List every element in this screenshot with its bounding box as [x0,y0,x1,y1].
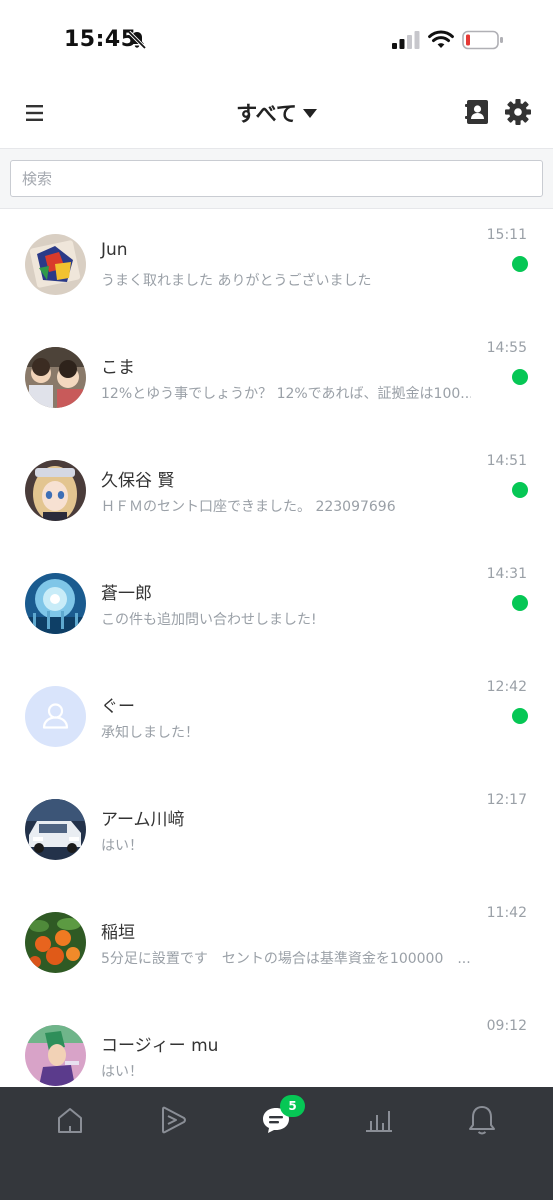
chat-name: ぐー [101,697,135,717]
avatar [25,460,86,521]
chat-name: コージィー mu [101,1036,219,1056]
low-battery-icon [462,30,503,50]
avatar [25,234,86,295]
chat-time: 12:42 [486,679,527,695]
chat-preview: はい！ [101,838,143,854]
chat-time: 14:55 [486,340,527,356]
chat-preview: 5分足に設置です セントの場合は基準資金を100000 ... [101,951,471,967]
chart-icon[interactable] [361,1102,397,1138]
chat-name: 蒼一郎 [101,584,152,604]
bottom-navigation: 5 [0,1087,553,1200]
chat-list-item[interactable]: Jun うまく取れました ありがとうございました 15:11 [0,209,553,322]
chat-name: こま [101,358,135,378]
bell-icon[interactable] [464,1102,500,1138]
contacts-icon[interactable] [462,97,492,127]
search-input[interactable] [10,160,543,197]
avatar [25,1025,86,1086]
chat-preview: ＨＦＭのセント口座できました。 223097696 [101,499,396,515]
default-user-icon [25,686,86,747]
chat-time: 15:11 [486,227,527,243]
chat-preview: この件も追加問い合わせしました! [101,612,317,628]
chat-list-item[interactable]: コージィー mu はい！ 09:12 [0,1000,553,1087]
chat-preview: はい！ [101,1064,143,1080]
home-icon[interactable] [52,1102,88,1138]
chat-name: 稲垣 [101,923,135,943]
gear-icon[interactable] [503,97,533,127]
app-header: すべて [0,80,553,148]
avatar [25,912,86,973]
avatar [25,799,86,860]
chat-time: 12:17 [486,792,527,808]
chat-list-item[interactable]: アーム川﨑 はい！ 12:17 [0,774,553,887]
chat-preview: うまく取れました ありがとうございました [101,273,372,289]
avatar [25,573,86,634]
chat-list: Jun うまく取れました ありがとうございました 15:11 こま 12%とゆう… [0,209,553,1087]
chat-unread-badge: 5 [280,1095,305,1117]
chat-name: Jun [101,240,128,260]
chat-time: 09:12 [486,1018,527,1034]
unread-indicator [512,595,528,611]
unread-indicator [512,482,528,498]
chat-preview: 12%とゆう事でしょうか？ 12%であれば、証拠金は100... [101,386,471,402]
caret-down-icon [302,108,317,118]
chat-list-item[interactable]: 稲垣 5分足に設置です セントの場合は基準資金を100000 ... 11:42 [0,887,553,1000]
chat-list-item[interactable]: 久保谷 賢 ＨＦＭのセント口座できました。 223097696 14:51 [0,435,553,548]
chat-time: 11:42 [486,905,527,921]
chat-list-item[interactable]: ぐー 承知しました！ 12:42 [0,661,553,774]
avatar [25,347,86,408]
chat-time: 14:31 [486,566,527,582]
chat-preview: 承知しました！ [101,725,199,741]
search-bar [0,148,553,209]
status-bar: 15:45 [0,0,553,80]
play-icon[interactable] [155,1102,191,1138]
page-title: すべて [236,102,297,126]
chat-name: アーム川﨑 [101,810,185,830]
chat-name: 久保谷 賢 [101,471,175,491]
unread-indicator [512,256,528,272]
chat-time: 14:51 [486,453,527,469]
cellular-signal-icon [392,31,420,49]
chat-list-item[interactable]: 蒼一郎 この件も追加問い合わせしました! 14:31 [0,548,553,661]
unread-indicator [512,708,528,724]
wifi-icon [428,30,454,48]
mute-bell-icon [127,30,147,50]
unread-indicator [512,369,528,385]
chat-list-item[interactable]: こま 12%とゆう事でしょうか？ 12%であれば、証拠金は100... 14:5… [0,322,553,435]
